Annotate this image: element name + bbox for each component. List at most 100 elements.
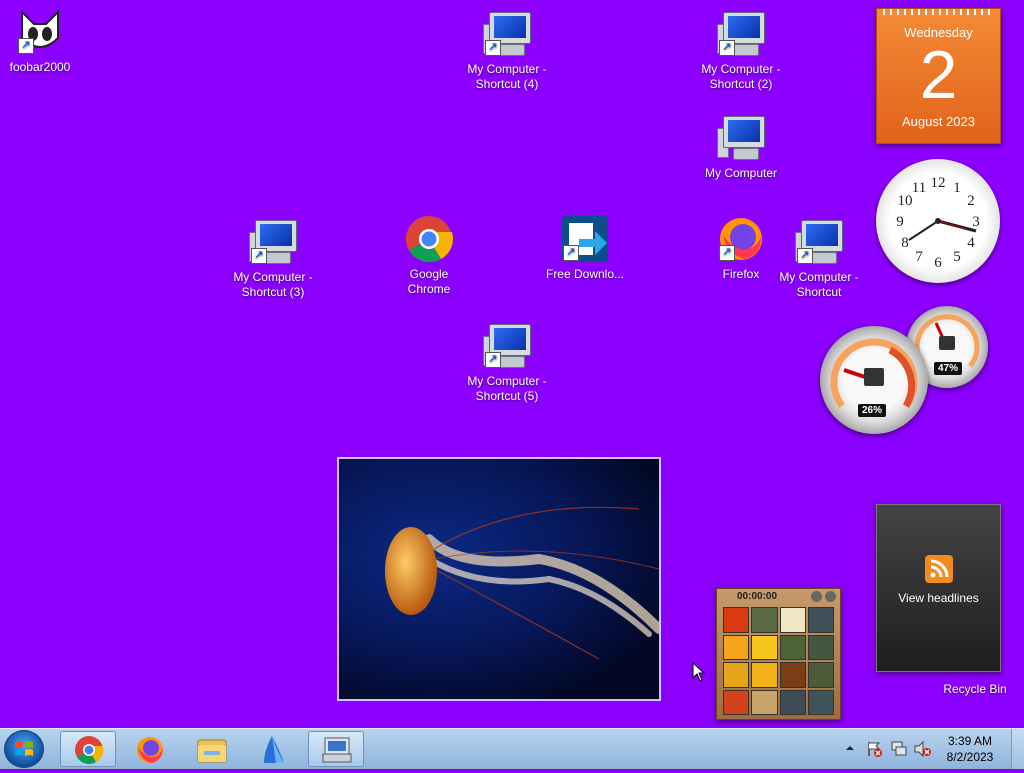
desktop-icon-label: My Computer - Shortcut bbox=[779, 270, 859, 299]
computer-icon bbox=[717, 114, 765, 162]
puzzle-tile[interactable] bbox=[723, 689, 750, 715]
folder-icon bbox=[197, 739, 227, 763]
calendar-rings bbox=[883, 9, 994, 15]
help-icon[interactable] bbox=[811, 591, 822, 602]
puzzle-tile[interactable] bbox=[723, 634, 750, 660]
taskbar-chrome-button[interactable] bbox=[60, 731, 116, 767]
clock-numeral: 11 bbox=[912, 180, 926, 196]
computer-icon: ↗ bbox=[249, 218, 297, 266]
system-clock[interactable]: 3:39 AM 8/2/2023 bbox=[940, 733, 1000, 765]
puzzle-toolbar: 00:00:00 bbox=[717, 589, 840, 605]
desktop-icon-label: Free Downlo... bbox=[545, 267, 625, 281]
desktop-icon-label: Recycle Bin bbox=[943, 682, 1007, 696]
system-time: 3:39 AM bbox=[947, 734, 993, 748]
foobar2000-icon: ↗ bbox=[16, 8, 64, 56]
desktop-icon-foobar2000[interactable]: ↗ foobar2000 bbox=[0, 8, 80, 75]
desktop-icon-my-computer-shortcut-4[interactable]: ↗ My Computer - Shortcut (4) bbox=[467, 10, 547, 92]
puzzle-tile[interactable] bbox=[779, 662, 806, 688]
desktop-icon-my-computer-shortcut-3[interactable]: ↗ My Computer - Shortcut (3) bbox=[233, 218, 313, 300]
shortcut-arrow-icon: ↗ bbox=[719, 40, 735, 56]
puzzle-tile[interactable] bbox=[751, 662, 778, 688]
clock-numeral: 10 bbox=[898, 193, 913, 209]
taskbar-remote-desktop-button[interactable] bbox=[308, 731, 364, 767]
action-center-icon[interactable] bbox=[866, 741, 882, 757]
clock-numeral: 12 bbox=[931, 175, 946, 191]
slideshow-gadget[interactable] bbox=[337, 457, 661, 701]
cpu-value: 26% bbox=[858, 404, 887, 417]
clock-numeral: 4 bbox=[967, 235, 975, 251]
desktop-icon-label: Firefox bbox=[722, 267, 760, 281]
desktop-icon-label: foobar2000 bbox=[9, 60, 71, 74]
desktop-icon-label: My Computer - Shortcut (2) bbox=[701, 62, 781, 91]
puzzle-tile[interactable] bbox=[779, 607, 806, 633]
puzzle-tile[interactable] bbox=[779, 634, 806, 660]
desktop-icon-label: My Computer - Shortcut (4) bbox=[467, 62, 547, 91]
desktop-icon-label: My Computer - Shortcut (3) bbox=[233, 270, 313, 299]
calendar-month-year: August 2023 bbox=[901, 114, 975, 129]
computer-icon: ↗ bbox=[483, 322, 531, 370]
taskbar-file-explorer-button[interactable] bbox=[184, 731, 240, 767]
computer-icon: ↗ bbox=[483, 10, 531, 58]
desktop-icon-firefox[interactable]: ↗ Firefox bbox=[701, 215, 781, 282]
rss-icon bbox=[924, 555, 953, 583]
puzzle-tile[interactable] bbox=[751, 634, 778, 660]
desktop-icon-my-computer-shortcut-5[interactable]: ↗ My Computer - Shortcut (5) bbox=[467, 322, 547, 404]
mouse-cursor bbox=[692, 662, 706, 682]
desktop-icon-recycle-bin[interactable]: Recycle Bin bbox=[935, 666, 1015, 697]
start-button[interactable] bbox=[4, 730, 44, 768]
clock-numeral: 6 bbox=[934, 255, 942, 271]
shortcut-arrow-icon: ↗ bbox=[251, 248, 267, 264]
chrome-icon bbox=[405, 215, 454, 263]
desktop-icon-my-computer[interactable]: My Computer bbox=[701, 114, 781, 181]
shuffle-icon[interactable] bbox=[825, 591, 836, 602]
desktop-icon-my-computer-shortcut-2[interactable]: ↗ My Computer - Shortcut (2) bbox=[701, 10, 781, 92]
puzzle-tile[interactable] bbox=[723, 607, 750, 633]
cpu-meter[interactable]: 26% bbox=[820, 326, 928, 434]
taskbar: 3:39 AM 8/2/2023 bbox=[0, 728, 1024, 769]
view-headlines-link[interactable]: View headlines bbox=[877, 591, 1000, 605]
clock-second-hand bbox=[937, 220, 967, 230]
computer-icon: ↗ bbox=[795, 218, 843, 266]
show-desktop-button[interactable] bbox=[1011, 729, 1024, 769]
network-icon[interactable] bbox=[890, 741, 908, 757]
calendar-gadget[interactable]: Wednesday 2 August 2023 bbox=[876, 8, 1001, 144]
chrome-icon bbox=[75, 736, 104, 764]
shortcut-arrow-icon: ↗ bbox=[485, 352, 501, 368]
clock-minute-hand bbox=[908, 220, 939, 241]
show-hidden-icons-icon[interactable] bbox=[846, 744, 854, 752]
cpu-meter-dial bbox=[830, 338, 918, 409]
desktop-icon-google-chrome[interactable]: Google Chrome bbox=[389, 215, 469, 297]
puzzle-tile[interactable] bbox=[779, 689, 806, 715]
puzzle-tile[interactable] bbox=[807, 634, 834, 660]
puzzle-tile[interactable] bbox=[807, 607, 834, 633]
clock-gadget[interactable]: 12 1 2 3 4 5 6 7 8 9 10 11 bbox=[876, 159, 1000, 283]
puzzle-tile[interactable] bbox=[751, 689, 778, 715]
system-date: 8/2/2023 bbox=[946, 750, 994, 764]
computer-icon: ↗ bbox=[717, 10, 765, 58]
desktop-icon-label: My Computer - Shortcut (5) bbox=[467, 374, 547, 403]
taskbar-app-button[interactable] bbox=[246, 731, 302, 767]
clock-numeral: 3 bbox=[972, 214, 980, 230]
taskbar-firefox-button[interactable] bbox=[122, 731, 178, 767]
clock-numeral: 7 bbox=[915, 249, 923, 265]
picture-puzzle-gadget[interactable]: 00:00:00 bbox=[716, 588, 841, 720]
on-screen-keyboard-icon bbox=[322, 737, 352, 763]
puzzle-tile[interactable] bbox=[723, 662, 750, 688]
puzzle-grid bbox=[723, 607, 834, 715]
desktop-icon-free-download-manager[interactable]: ↗ Free Downlo... bbox=[545, 215, 625, 282]
volume-muted-icon[interactable] bbox=[914, 741, 932, 757]
puzzle-tile[interactable] bbox=[807, 689, 834, 715]
windows-logo-icon bbox=[15, 741, 33, 756]
shortcut-arrow-icon: ↗ bbox=[18, 38, 34, 54]
calendar-day-number: 2 bbox=[919, 37, 958, 113]
puzzle-timer: 00:00:00 bbox=[737, 591, 778, 602]
headlines-gadget[interactable]: View headlines bbox=[876, 504, 1001, 672]
clock-numeral: 5 bbox=[953, 249, 961, 265]
free-download-manager-icon: ↗ bbox=[561, 215, 609, 263]
puzzle-tile[interactable] bbox=[751, 607, 778, 633]
puzzle-tile[interactable] bbox=[807, 662, 834, 688]
clock-face: 12 1 2 3 4 5 6 7 8 9 10 11 bbox=[896, 175, 980, 271]
shortcut-arrow-icon: ↗ bbox=[485, 40, 501, 56]
desktop-icon-my-computer-shortcut[interactable]: ↗ My Computer - Shortcut bbox=[779, 218, 859, 300]
jellyfish-image bbox=[385, 506, 659, 660]
